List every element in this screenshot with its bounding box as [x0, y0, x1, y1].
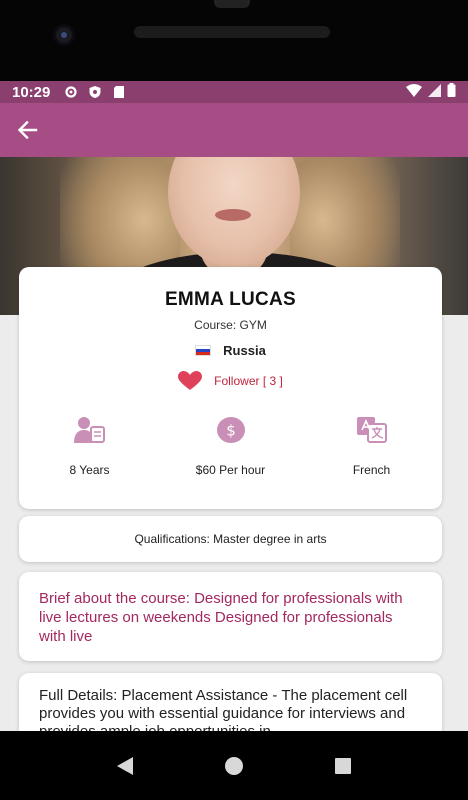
trainer-name: EMMA LUCAS [164, 289, 297, 310]
dollar-coin-icon: $ [214, 413, 248, 447]
course-label: Course: GYM [194, 318, 267, 332]
translate-icon [355, 413, 389, 447]
phone-device: 10:29 EMMA LUCAS Course: GYM Russia Foll… [0, 0, 468, 800]
follower-row[interactable]: Follower [ 3 ] [19, 371, 442, 391]
qualifications-card: Qualifications: Master degree in arts [19, 516, 442, 562]
shield-icon [88, 85, 102, 99]
price-label: $60 Per hour [195, 463, 266, 477]
gear-icon [64, 85, 78, 99]
follower-count: Follower [ 3 ] [214, 374, 283, 388]
wifi-icon [406, 83, 422, 101]
status-right-icons [406, 83, 456, 101]
full-details-text: Full Details: Placement Assistance - The… [39, 687, 408, 731]
stat-language: French [301, 413, 442, 477]
status-bar: 10:29 [0, 81, 468, 103]
system-nav-bar [0, 731, 468, 800]
country-row: Russia [19, 343, 442, 358]
svg-text:$: $ [226, 422, 236, 440]
app-bar [0, 103, 468, 157]
heart-icon[interactable] [178, 371, 203, 391]
back-triangle-icon [116, 756, 133, 775]
battery-icon [447, 83, 456, 101]
russia-flag-icon [195, 345, 212, 356]
full-details-card: Full Details: Placement Assistance - The… [19, 673, 442, 731]
course-brief-text: Brief about the course: Designed for pro… [39, 590, 403, 645]
profile-card: EMMA LUCAS Course: GYM Russia Follower [… [19, 267, 442, 509]
recents-square-icon [335, 757, 352, 774]
app-screen: 10:29 EMMA LUCAS Course: GYM Russia Foll… [0, 81, 468, 731]
top-notch [214, 0, 250, 8]
front-camera [53, 24, 75, 46]
stats-row: 8 Years $ $60 Per hour French [19, 413, 442, 477]
stat-price: $ $60 Per hour [160, 413, 301, 477]
earpiece-speaker [134, 26, 330, 38]
signal-icon [428, 83, 441, 101]
home-circle-icon [224, 756, 243, 775]
nav-home-button[interactable] [222, 754, 246, 778]
person-badge-icon [73, 413, 107, 447]
arrow-back-icon [17, 120, 38, 140]
language-label: French [352, 463, 391, 477]
stat-experience: 8 Years [19, 413, 160, 477]
course-brief-card: Brief about the course: Designed for pro… [19, 572, 442, 661]
phone-bezel-top [0, 0, 468, 81]
back-button[interactable] [12, 115, 42, 145]
qualifications-text: Qualifications: Master degree in arts [134, 532, 327, 546]
photo-lips [215, 209, 251, 221]
sd-card-icon [112, 85, 126, 99]
country-name: Russia [223, 343, 266, 358]
nav-back-button[interactable] [113, 754, 137, 778]
experience-label: 8 Years [69, 463, 110, 477]
nav-recents-button[interactable] [331, 754, 355, 778]
status-time: 10:29 [12, 83, 51, 101]
